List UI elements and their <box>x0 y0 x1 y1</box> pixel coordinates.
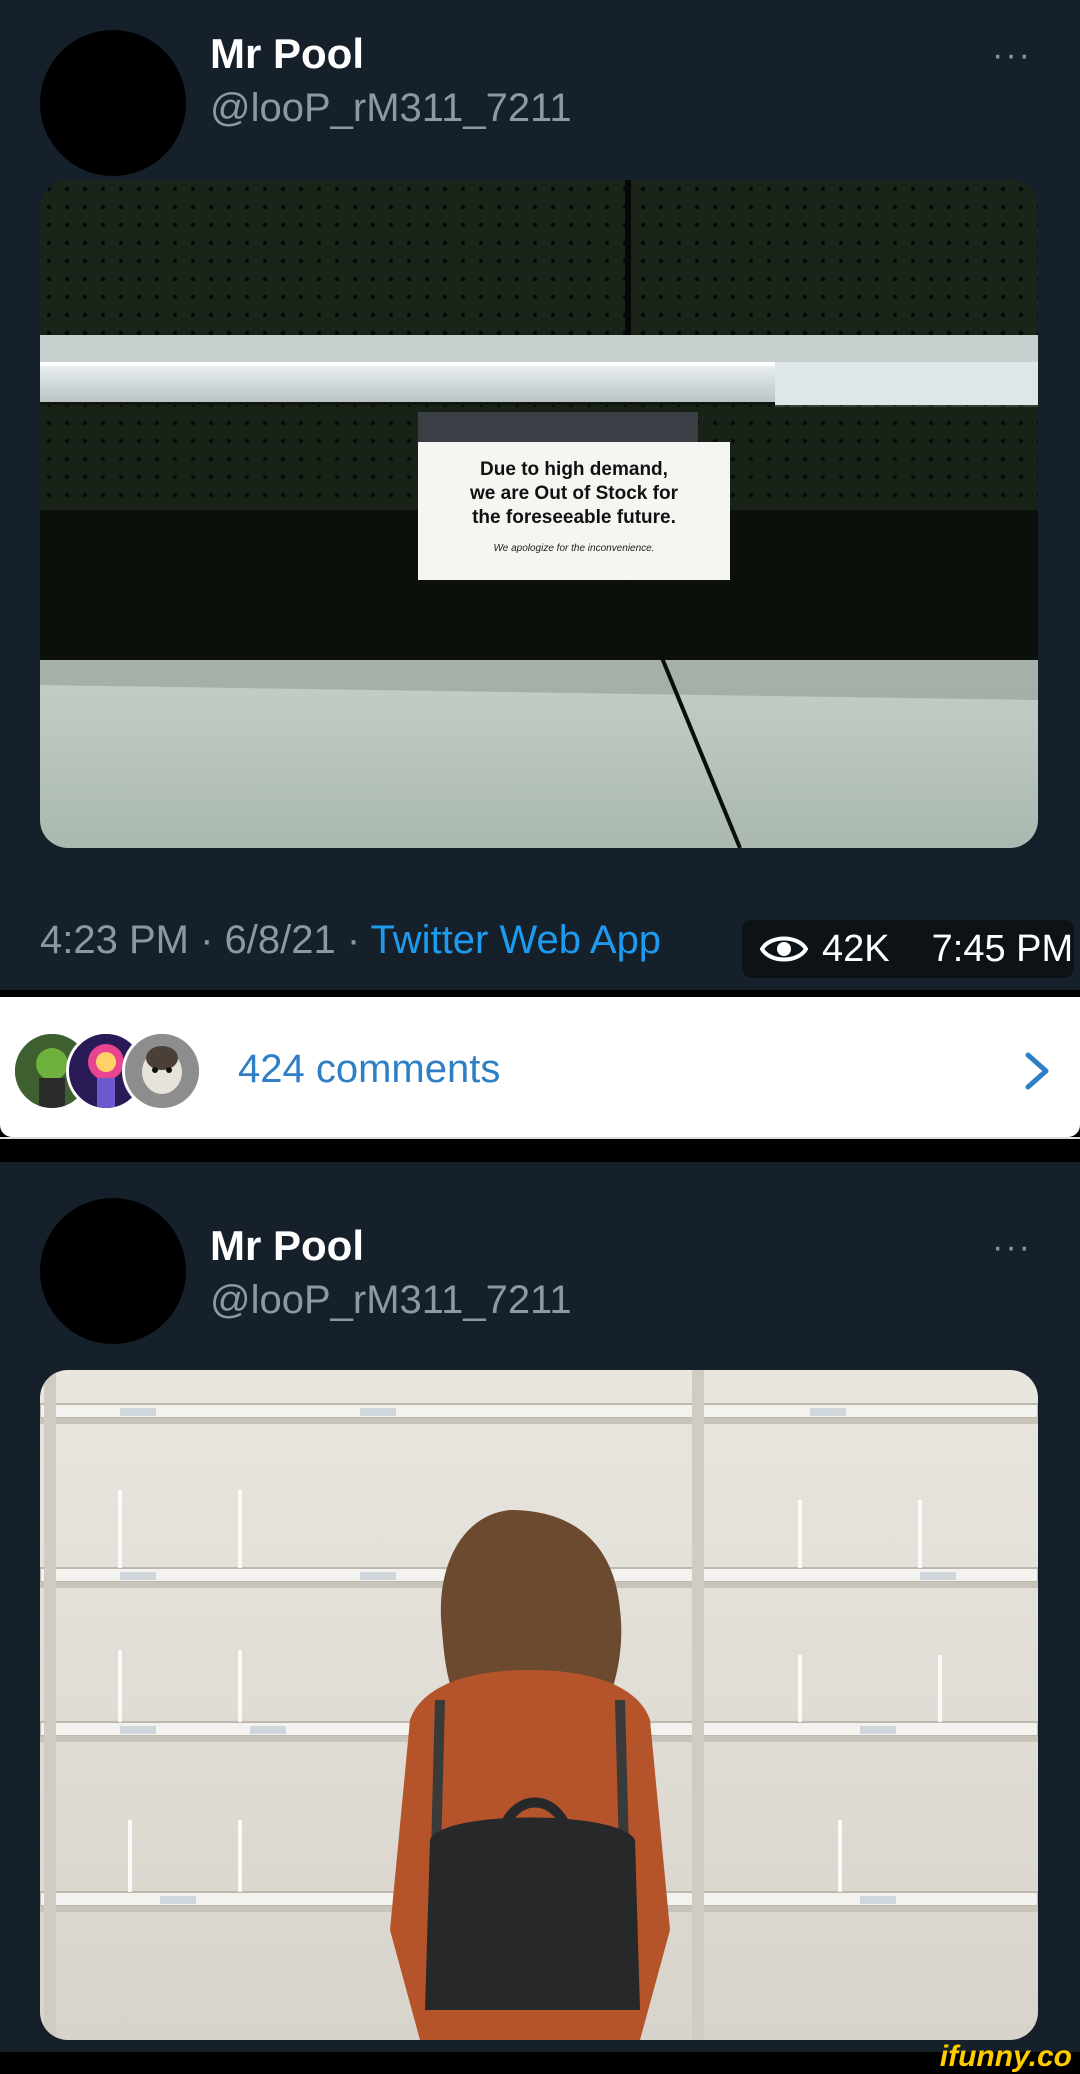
overlay-time: 7:45 PM <box>931 927 1074 970</box>
author-name[interactable]: Mr Pool <box>210 30 364 78</box>
sign-line-4: We apologize for the inconvenience. <box>493 543 654 554</box>
author-avatar[interactable] <box>40 30 186 176</box>
tweet-photo-woman-empty-shelves[interactable] <box>40 1370 1038 2040</box>
sign-line-3: the foreseeable future. <box>472 507 676 528</box>
ifunny-watermark: ifunny.co <box>939 2040 1072 2073</box>
footer-strip <box>0 2052 1080 2073</box>
more-options-icon[interactable]: ··· <box>992 1228 1032 1267</box>
tweet-meta: 4:23 PM · 6/8/21 · Twitter Web App <box>40 918 661 963</box>
comments-count-link[interactable]: 424 comments <box>238 1047 500 1092</box>
tweet-card-2: Mr Pool @looP_rM311_7211 ··· <box>0 1162 1080 2052</box>
comments-bar[interactable]: 424 comments <box>0 997 1080 1137</box>
tweet-card-1: Mr Pool @looP_rM311_7211 ··· Due to high… <box>0 0 1080 990</box>
tweet-photo-empty-shelf-sign[interactable]: Due to high demand, we are Out of Stock … <box>40 180 1038 848</box>
author-handle[interactable]: @looP_rM311_7211 <box>210 1278 572 1323</box>
eye-icon <box>760 936 808 962</box>
author-handle[interactable]: @looP_rM311_7211 <box>210 86 572 131</box>
commenter-avatar <box>122 1031 202 1111</box>
sign-line-2: we are Out of Stock for <box>469 483 679 504</box>
tweet-source-app[interactable]: Twitter Web App <box>371 918 662 962</box>
more-options-icon[interactable]: ··· <box>992 36 1032 75</box>
view-count: 42K <box>822 927 890 970</box>
divider <box>0 1137 1080 1139</box>
sign-line-1: Due to high demand, <box>480 459 668 480</box>
chevron-right-icon[interactable] <box>1020 1051 1054 1091</box>
view-count-overlay: 42K 7:45 PM <box>742 920 1074 978</box>
author-avatar[interactable] <box>40 1198 186 1344</box>
commenter-avatars <box>12 1031 212 1111</box>
tweet-timestamp[interactable]: 4:23 PM · 6/8/21 · <box>40 918 371 962</box>
author-name[interactable]: Mr Pool <box>210 1222 364 1270</box>
